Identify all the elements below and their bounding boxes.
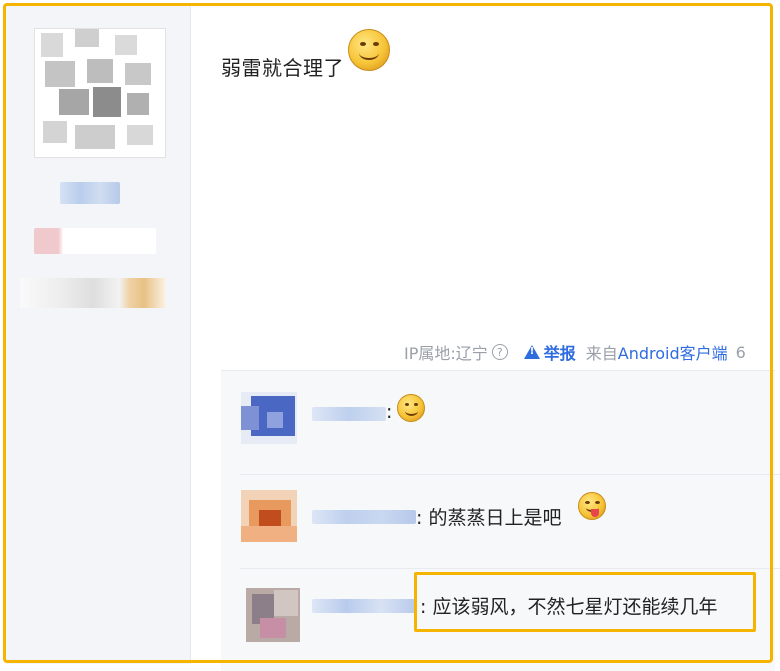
post-content: 弱雷就合理了 xyxy=(221,56,344,80)
reply-separator: : xyxy=(386,401,393,423)
reply-divider xyxy=(240,474,780,475)
post-time-fragment: 6 xyxy=(735,342,746,362)
reply-content: : 的蒸蒸日上是吧 xyxy=(416,503,561,530)
reply-avatar[interactable] xyxy=(241,490,297,542)
source-client-link[interactable]: Android客户端 xyxy=(618,340,728,364)
tongue-out-emoji xyxy=(578,492,606,520)
smiley-face-emoji xyxy=(397,394,425,422)
author-level-badge[interactable] xyxy=(34,228,156,254)
author-badges xyxy=(20,278,166,308)
smiley-face-emoji xyxy=(348,29,390,71)
source-prefix: 来自 xyxy=(585,344,618,363)
ip-location: IP属地:辽宁 xyxy=(404,344,488,363)
warning-icon xyxy=(523,345,540,359)
report-label: 举报 xyxy=(543,344,576,363)
reply-avatar[interactable] xyxy=(246,588,300,642)
report-button[interactable]: 举报 xyxy=(523,340,576,364)
author-name[interactable] xyxy=(60,182,120,204)
highlight-box xyxy=(414,572,756,632)
author-avatar[interactable] xyxy=(34,28,166,158)
reply-username[interactable] xyxy=(312,510,416,524)
reply-divider xyxy=(240,568,780,569)
column-divider xyxy=(190,6,191,664)
reply-username[interactable] xyxy=(312,407,386,421)
post-meta: IP属地:辽宁 ? 举报 来自 Android客户端 6 xyxy=(404,340,746,364)
help-icon[interactable]: ? xyxy=(491,344,508,360)
reply-text: 的蒸蒸日上是吧 xyxy=(428,507,562,529)
reply-separator: : xyxy=(416,507,423,529)
reply-username[interactable] xyxy=(312,599,416,613)
reply-avatar[interactable] xyxy=(241,392,297,444)
author-sidebar xyxy=(6,6,190,664)
